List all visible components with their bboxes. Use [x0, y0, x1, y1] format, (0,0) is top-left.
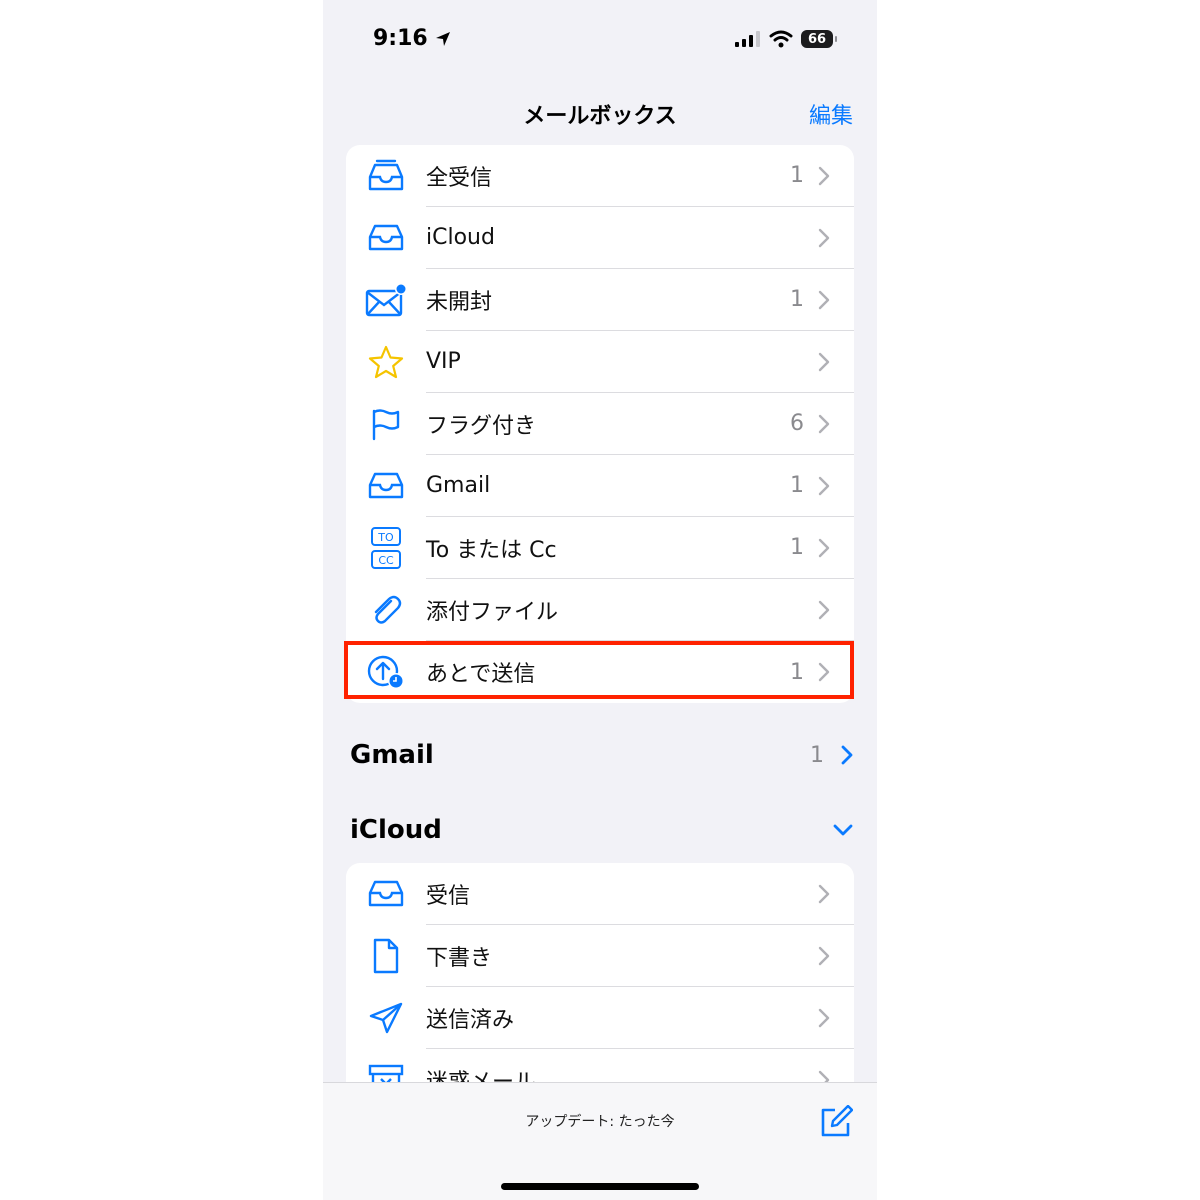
mailbox-count: 6	[790, 411, 804, 436]
mailbox-count: 1	[790, 659, 804, 685]
chevron-right-icon	[818, 884, 830, 903]
home-indicator	[501, 1183, 699, 1190]
mailbox-count: 1	[790, 535, 804, 560]
folder-label: 送信済み	[426, 1007, 515, 1033]
mailbox-row-flagged[interactable]: フラグ付き 6	[346, 393, 854, 455]
edit-button[interactable]: 編集	[809, 98, 853, 130]
mailbox-label: 全受信	[426, 165, 493, 191]
flag-icon	[372, 409, 400, 441]
chevron-right-icon	[818, 1008, 830, 1027]
wifi-icon	[769, 30, 793, 48]
folder-row-drafts[interactable]: 下書き	[346, 925, 854, 987]
mailbox-row-all-inboxes[interactable]: 全受信 1	[346, 145, 854, 207]
status-indicators: 66	[735, 30, 837, 48]
mailbox-label: Gmail	[426, 473, 491, 498]
phone-screen: 9:16 66 メールボックス 編集 全受信 1 iCloud 未開封 1 VI…	[323, 0, 877, 1200]
compose-icon[interactable]	[819, 1105, 853, 1139]
chevron-right-icon	[818, 290, 830, 309]
section-header-gmail[interactable]: Gmail 1	[350, 740, 854, 770]
to-cc-icon: TO CC	[371, 527, 401, 569]
chevron-right-icon	[818, 600, 830, 619]
folder-row-sent[interactable]: 送信済み	[346, 987, 854, 1049]
chevron-right-icon	[818, 946, 830, 965]
chevron-right-icon	[818, 476, 830, 495]
cellular-signal-icon	[735, 31, 760, 47]
mailbox-count: 1	[790, 473, 804, 498]
page-title: メールボックス	[523, 104, 677, 129]
mailbox-label: VIP	[426, 349, 461, 374]
chevron-right-icon	[818, 662, 830, 682]
mailbox-count: 1	[790, 163, 804, 188]
mailbox-count: 1	[790, 287, 804, 312]
tray-icon	[368, 880, 404, 907]
send-later-icon	[367, 655, 404, 689]
mailbox-row-icloud[interactable]: iCloud	[346, 207, 854, 269]
section-header-icloud[interactable]: iCloud	[350, 815, 854, 845]
chevron-right-icon	[818, 414, 830, 433]
chevron-right-icon	[818, 538, 830, 557]
mailbox-label: フラグ付き	[426, 413, 537, 439]
mailbox-list: 全受信 1 iCloud 未開封 1 VIP フラグ付き 6 Gmail 1 T…	[346, 145, 854, 703]
tray-icon	[368, 472, 404, 499]
chevron-right-icon	[841, 745, 853, 765]
paperclip-icon	[374, 595, 402, 624]
folder-row-inbox[interactable]: 受信	[346, 863, 854, 925]
section-count: 1	[810, 742, 824, 768]
location-arrow-icon	[435, 31, 450, 46]
tray-full-icon	[368, 159, 404, 191]
svg-text:CC: CC	[378, 554, 394, 567]
battery-indicator: 66	[801, 30, 837, 48]
mailbox-row-vip[interactable]: VIP	[346, 331, 854, 393]
mailbox-label: iCloud	[426, 225, 495, 250]
mailbox-row-gmail[interactable]: Gmail 1	[346, 455, 854, 517]
mailbox-label: 未開封	[426, 289, 493, 315]
mailbox-row-to-or-cc[interactable]: TO CC To または Cc 1	[346, 517, 854, 579]
chevron-right-icon	[818, 166, 830, 185]
mailbox-label: あとで送信	[426, 662, 536, 687]
mailbox-label: To または Cc	[426, 537, 557, 563]
document-icon	[373, 938, 399, 974]
folder-label: 受信	[426, 883, 471, 909]
svg-text:TO: TO	[377, 531, 394, 544]
bottom-toolbar: アップデート: たった今	[323, 1082, 877, 1200]
mailbox-row-unread[interactable]: 未開封 1	[346, 269, 854, 331]
icloud-folder-list: 受信 下書き 送信済み	[346, 863, 854, 1111]
chevron-right-icon	[818, 228, 830, 247]
chevron-down-icon	[833, 824, 853, 836]
mailbox-row-attachments[interactable]: 添付ファイル	[346, 579, 854, 641]
envelope-badge-icon	[365, 283, 407, 317]
star-icon	[368, 345, 404, 379]
status-time: 9:16	[373, 26, 452, 51]
paperplane-icon	[369, 1002, 403, 1034]
chevron-right-icon	[818, 352, 830, 371]
update-status: アップデート: たった今	[525, 1114, 675, 1130]
tray-icon	[368, 224, 404, 251]
mailbox-row-send-later[interactable]: あとで送信 1	[346, 641, 854, 703]
folder-label: 下書き	[426, 945, 493, 971]
mailbox-label: 添付ファイル	[426, 599, 559, 625]
